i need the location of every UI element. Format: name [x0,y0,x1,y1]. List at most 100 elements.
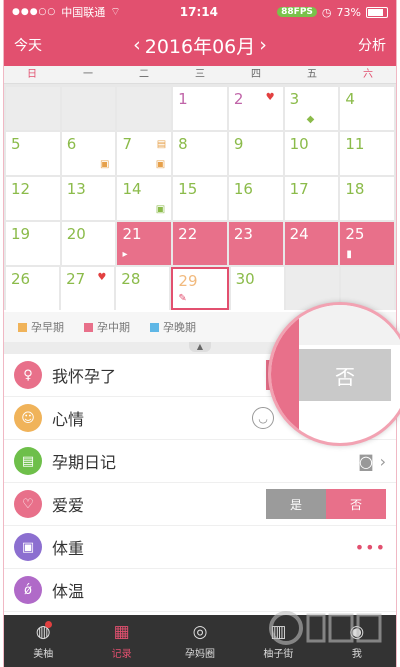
calendar-day-empty [6,87,60,130]
calendar-day[interactable]: 19 [6,222,60,265]
legend-label: 孕中期 [97,321,130,334]
weekday-label: 六 [363,69,373,80]
notification-dot [44,621,52,628]
calendar-day[interactable]: 17 [284,177,339,220]
love-yes-button[interactable]: 是 [266,489,326,519]
pause-icon: ▮ [346,249,352,260]
calendar-header: 今天 ‹ 2016年06月 › 分析 [4,24,396,66]
record-row-weight[interactable]: ▣ 体重 ••• [4,526,396,569]
calendar-day[interactable]: 9 [228,132,283,175]
row-label: 心情 [52,410,85,429]
tab-meiyou[interactable]: ◍ 美柚 [4,615,82,667]
calendar-day[interactable]: 5 [6,132,60,175]
legend-swatch [150,322,159,332]
row-label: 体温 [52,582,85,601]
alarm-icon: ◷ [321,5,332,19]
calendar-day-today[interactable]: 29 ✎ [171,267,229,310]
today-button[interactable]: 今天 [14,35,42,55]
day-number: 30 [235,270,255,288]
calendar-day[interactable]: 10 [284,132,339,175]
tab-label: 记录 [111,649,132,660]
note-icon: ▤ [156,139,167,150]
diamond-icon: ◆ [306,114,315,125]
calendar-day[interactable]: 12 [6,177,60,220]
day-number: 23 [233,225,253,243]
status-left: ●●●○○ 中国联通 ⌔ [12,4,121,20]
tab-label: 美柚 [33,649,54,660]
diary-icon: ▤ [14,447,42,475]
calendar-day[interactable]: 8 [173,132,227,175]
calendar-day[interactable]: 27 ♥ [61,267,115,310]
chevron-up-icon: ▲ [189,342,211,352]
calendar-week: 12 13 14 ▣ 15 16 17 18 [6,177,395,220]
calendar-day[interactable]: 6 ▣ [61,132,116,175]
calendar-day-mid-pregnancy[interactable]: 24 [284,222,339,265]
day-number: 14 [122,180,142,198]
circle-icon: ◎ [192,622,208,642]
day-number: 19 [11,225,31,243]
legend-late: 孕晚期 [150,319,196,335]
row-label: 孕期日记 [52,453,117,472]
calendar-day[interactable]: 26 [6,267,60,310]
day-number: 26 [11,270,31,288]
camera-icon[interactable]: ◙ [358,452,374,471]
day-number: 13 [66,180,86,198]
day-number: 22 [178,225,198,243]
day-number: 4 [345,90,355,108]
flag-icon: ▸ [122,249,128,260]
calendar-day-mid-pregnancy[interactable]: 23 [228,222,283,265]
calendar-day[interactable]: 11 [340,132,395,175]
watermark-logo [269,611,382,645]
analysis-button[interactable]: 分析 [358,35,386,55]
calendar-day-mid-pregnancy[interactable]: 21 ▸ [117,222,172,265]
calendar-day[interactable]: 2 ♥ [228,87,283,130]
calendar-day[interactable]: 18 [340,177,395,220]
wifi-icon: ⌔ [110,5,121,18]
calendar-grid: 1 2 ♥ 3 ◆ 4 5 6 ▣ 7 ▤ ▣ 8 9 10 11 12 13 14 ▣ 1… [4,84,396,310]
chevron-right-icon: › [379,451,386,471]
day-number: 1 [178,90,188,108]
record-row-diary[interactable]: ▤ 孕期日记 ◙ › [4,440,396,483]
record-icon: ▣ [155,159,166,170]
status-right: 88FPS ◷ 73% [277,6,388,19]
weekday-label: 五 [307,69,317,80]
day-number: 17 [289,180,309,198]
calendar-day[interactable]: 14 ▣ [117,177,172,220]
calendar-day-mid-pregnancy[interactable]: 22 [173,222,227,265]
record-row-temperature[interactable]: ǿ 体温 [4,569,396,612]
thermometer-icon: ǿ [14,576,42,604]
calendar-day[interactable]: 20 [61,222,116,265]
calendar-day[interactable]: 15 [173,177,227,220]
magnifier-yes-edge [271,305,299,443]
more-icon[interactable]: ••• [355,538,386,557]
magnifier-callout: 否 [268,302,400,446]
calendar-day[interactable]: 3 ◆ [284,87,339,130]
calendar-day[interactable]: 1 [173,87,227,130]
battery-percent: 73% [336,5,361,19]
calendar-day[interactable]: 13 [61,177,116,220]
day-number: 18 [345,180,365,198]
pregnant-icon: ♀ [14,361,42,389]
day-number: 10 [289,135,309,153]
magnified-no-button: 否 [299,349,391,401]
next-month-button[interactable]: › [259,34,267,56]
scale-icon: ▣ [14,533,42,561]
calendar-day-mid-pregnancy[interactable]: 25 ▮ [340,222,395,265]
love-no-button[interactable]: 否 [326,489,386,519]
weekday-label: 三 [195,69,205,80]
legend-label: 孕晚期 [163,321,196,334]
calendar-day[interactable]: 30 [230,267,284,310]
tab-record[interactable]: ▦ 记录 [82,615,160,667]
tab-mom-circle[interactable]: ◎ 孕妈圈 [161,615,239,667]
row-label: 体重 [52,539,85,558]
day-number: 3 [289,90,300,108]
day-number: 9 [233,135,244,153]
calendar-icon: ▦ [113,622,130,642]
calendar-day[interactable]: 7 ▤ ▣ [117,132,172,175]
calendar-day[interactable]: 16 [228,177,283,220]
calendar-day-empty [61,87,116,130]
day-number: 5 [11,135,21,153]
calendar-day[interactable]: 4 [340,87,395,130]
calendar-day[interactable]: 28 [116,267,170,310]
prev-month-button[interactable]: ‹ [133,34,141,56]
